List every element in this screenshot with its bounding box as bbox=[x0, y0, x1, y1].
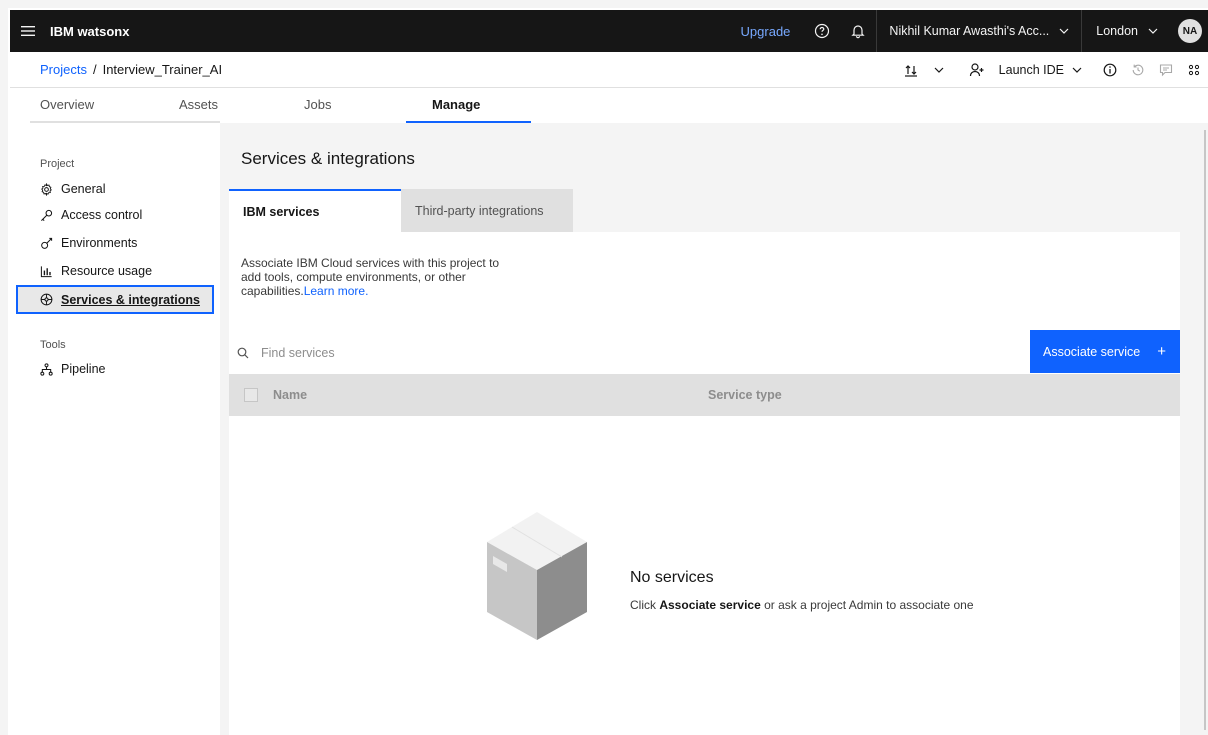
hamburger-menu-button[interactable] bbox=[10, 10, 46, 52]
scrollbar-track[interactable] bbox=[1198, 123, 1208, 735]
sidebar-heading-tools: Tools bbox=[40, 339, 66, 351]
help-icon bbox=[815, 23, 830, 39]
services-description-text: Associate IBM Cloud services with this p… bbox=[241, 256, 500, 298]
sidebar-item-general[interactable]: General bbox=[10, 177, 220, 201]
account-name: Nikhil Kumar Awasthi's Acc... bbox=[889, 24, 1050, 38]
chat-icon bbox=[1159, 63, 1173, 76]
upgrade-link[interactable]: Upgrade bbox=[727, 24, 805, 39]
import-export-icon bbox=[904, 64, 917, 77]
notification-icon bbox=[851, 25, 866, 39]
pipeline-icon bbox=[40, 362, 53, 376]
window-top-edge bbox=[0, 0, 1208, 8]
sidebar-item-environments-label: Environments bbox=[61, 236, 138, 250]
info-icon bbox=[1103, 63, 1117, 76]
import-export-button[interactable] bbox=[897, 52, 925, 88]
region-name: London bbox=[1096, 24, 1138, 38]
tab-jobs-label: Jobs bbox=[304, 97, 332, 112]
tab-jobs[interactable]: Jobs bbox=[280, 88, 406, 123]
add-user-icon bbox=[969, 62, 984, 76]
empty-msg-suffix: or ask a project Admin to associate one bbox=[760, 598, 974, 612]
hamburger-icon bbox=[21, 26, 35, 36]
empty-state-message: Click Associate service or ask a project… bbox=[630, 598, 974, 612]
breadcrumb-separator: / bbox=[92, 62, 97, 77]
empty-msg-prefix: Click bbox=[630, 598, 660, 612]
gear-icon bbox=[41, 182, 52, 196]
window-left-edge bbox=[0, 0, 8, 735]
empty-msg-bold: Associate service bbox=[659, 598, 761, 612]
breadcrumb-bar: Projects / Interview_Trainer_AI Launch I… bbox=[10, 52, 1208, 88]
notifications-button[interactable] bbox=[840, 10, 876, 52]
launch-ide-label: Launch IDE bbox=[998, 62, 1064, 77]
sidebar-item-services-integrations-label: Services & integrations bbox=[61, 292, 200, 307]
top-header: IBM watsonx Upgrade Nikhil Kumar Awasthi… bbox=[10, 10, 1208, 52]
import-export-dropdown[interactable] bbox=[925, 52, 953, 88]
scrollbar-thumb[interactable] bbox=[1204, 130, 1206, 730]
apps-switcher-button[interactable] bbox=[1180, 52, 1208, 88]
column-header-name[interactable]: Name bbox=[273, 388, 307, 402]
add-icon: + bbox=[1157, 343, 1166, 360]
tab-overview-label: Overview bbox=[40, 97, 95, 112]
sidebar-item-general-label: General bbox=[61, 182, 106, 196]
account-switcher[interactable]: Nikhil Kumar Awasthi's Acc... bbox=[876, 10, 1081, 52]
empty-state-title: No services bbox=[630, 569, 714, 586]
page-title: Services & integrations bbox=[241, 149, 415, 168]
tab-ibm-services-label: IBM services bbox=[243, 204, 320, 219]
tab-overview[interactable]: Overview Assets bbox=[30, 88, 220, 123]
bar-chart-icon bbox=[40, 265, 52, 277]
empty-box-illustration bbox=[487, 512, 587, 640]
key-icon bbox=[41, 209, 53, 221]
project-tabs: Overview Assets Jobs Manage bbox=[10, 88, 1208, 123]
launch-ide-dropdown[interactable]: Launch IDE bbox=[991, 63, 1096, 77]
services-description: Associate IBM Cloud services with this p… bbox=[241, 256, 511, 298]
services-table-header: Name Service type bbox=[229, 374, 1180, 416]
breadcrumb-projects[interactable]: Projects bbox=[40, 62, 87, 77]
environments-icon bbox=[41, 237, 53, 249]
tab-ibm-services[interactable]: IBM services bbox=[229, 189, 401, 232]
avatar[interactable]: NA bbox=[1178, 19, 1202, 43]
sidebar-item-pipeline[interactable]: Pipeline bbox=[10, 358, 220, 380]
tab-assets-label[interactable]: Assets bbox=[179, 97, 220, 112]
help-button[interactable] bbox=[804, 10, 840, 52]
column-header-service-type[interactable]: Service type bbox=[708, 388, 782, 402]
region-switcher[interactable]: London bbox=[1081, 10, 1172, 52]
sidebar-item-services-integrations[interactable]: Services & integrations bbox=[16, 285, 214, 314]
tab-third-party-integrations[interactable]: Third-party integrations bbox=[401, 189, 573, 232]
integrations-icon bbox=[40, 293, 53, 306]
chevron-down-icon bbox=[1072, 67, 1082, 73]
sidebar-item-access-control[interactable]: Access control bbox=[10, 201, 220, 229]
services-search bbox=[229, 331, 1029, 374]
sidebar-item-pipeline-label: Pipeline bbox=[61, 362, 106, 376]
associate-service-label: Associate service bbox=[1043, 344, 1141, 359]
sidebar-heading-project: Project bbox=[40, 158, 75, 170]
chevron-down-icon bbox=[934, 67, 944, 73]
chevron-down-icon bbox=[1148, 28, 1158, 34]
history-button[interactable] bbox=[1124, 52, 1152, 88]
select-all-checkbox[interactable] bbox=[244, 388, 258, 402]
services-panel: Associate IBM Cloud services with this p… bbox=[229, 232, 1180, 735]
info-button[interactable] bbox=[1096, 52, 1124, 88]
comments-button[interactable] bbox=[1152, 52, 1180, 88]
breadcrumb: Projects / Interview_Trainer_AI bbox=[10, 62, 222, 77]
tab-third-party-label: Third-party integrations bbox=[415, 203, 544, 218]
sidebar-item-access-control-label: Access control bbox=[61, 208, 143, 222]
search-icon bbox=[237, 347, 249, 358]
product-name[interactable]: IBM watsonx bbox=[50, 24, 129, 39]
chevron-down-icon bbox=[1059, 28, 1069, 34]
apps-grid-icon bbox=[1188, 64, 1200, 75]
add-collaborator-button[interactable] bbox=[963, 52, 991, 88]
main-content: Services & integrations IBM services Thi… bbox=[220, 123, 1208, 735]
sidebar-item-resource-usage-label: Resource usage bbox=[61, 264, 153, 278]
search-input[interactable] bbox=[261, 345, 661, 360]
learn-more-link[interactable]: Learn more. bbox=[304, 284, 369, 298]
tab-manage-label: Manage bbox=[432, 97, 481, 112]
sidebar-item-resource-usage[interactable]: Resource usage bbox=[10, 257, 220, 285]
associate-service-button[interactable]: Associate service + bbox=[1030, 330, 1180, 373]
breadcrumb-project-name: Interview_Trainer_AI bbox=[102, 62, 223, 77]
sidebar-item-environments[interactable]: Environments bbox=[10, 229, 220, 257]
tab-manage[interactable]: Manage bbox=[406, 88, 531, 123]
manage-sidebar: Project General Access control Environme… bbox=[10, 123, 220, 735]
history-icon bbox=[1132, 64, 1144, 75]
